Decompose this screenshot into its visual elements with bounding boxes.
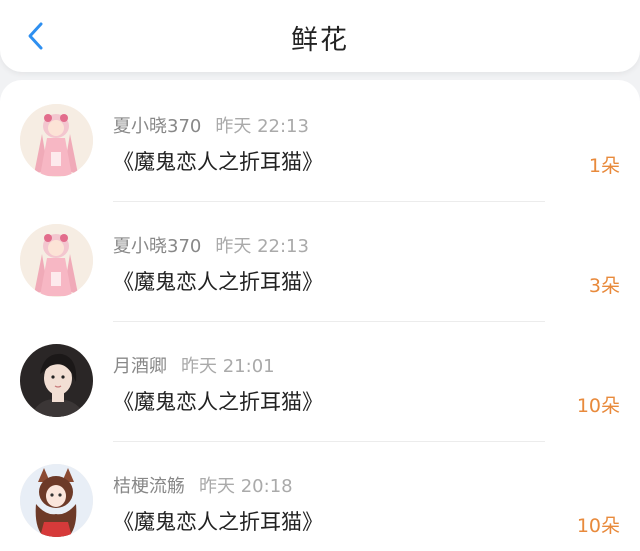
record-meta: 桔梗流觞 昨天 20:18 [113, 472, 293, 498]
avatar[interactable] [20, 344, 93, 417]
flower-count: 3朵 [588, 275, 620, 297]
book-title[interactable]: 《魔鬼恋人之折耳猫》 [113, 146, 323, 176]
timestamp: 昨天 22:13 [215, 236, 309, 257]
book-title[interactable]: 《魔鬼恋人之折耳猫》 [113, 266, 323, 296]
timestamp: 昨天 20:18 [199, 476, 293, 497]
user-name[interactable]: 夏小晓370 [113, 236, 201, 257]
avatar[interactable] [20, 224, 93, 297]
flower-record-list: 夏小晓370 昨天 22:13 《魔鬼恋人之折耳猫》 1朵 夏小晓370 昨天 22… [0, 80, 640, 551]
divider [113, 201, 545, 202]
timestamp: 昨天 21:01 [181, 356, 275, 377]
flower-count: 10朵 [576, 515, 620, 537]
photo-woman-avatar-image [20, 344, 93, 417]
divider [113, 441, 545, 442]
user-name[interactable]: 月酒卿 [113, 356, 167, 377]
user-name[interactable]: 夏小晓370 [113, 116, 201, 137]
anime-girl-avatar-image [20, 224, 93, 297]
divider [113, 321, 545, 322]
record-meta: 夏小晓370 昨天 22:13 [113, 112, 309, 138]
record-meta: 夏小晓370 昨天 22:13 [113, 232, 309, 258]
timestamp: 昨天 22:13 [215, 116, 309, 137]
list-item[interactable]: 月酒卿 昨天 21:01 《魔鬼恋人之折耳猫》 10朵 [0, 332, 640, 452]
anime-girl-avatar-image [20, 104, 93, 177]
top-bar: 鲜花 [0, 0, 640, 72]
user-name[interactable]: 桔梗流觞 [113, 476, 185, 497]
list-item[interactable]: 夏小晓370 昨天 22:13 《魔鬼恋人之折耳猫》 3朵 [0, 212, 640, 332]
avatar[interactable] [20, 464, 93, 537]
list-item[interactable]: 桔梗流觞 昨天 20:18 《魔鬼恋人之折耳猫》 10朵 [0, 452, 640, 551]
fox-ear-girl-avatar-image [20, 464, 93, 537]
flower-count: 1朵 [588, 155, 620, 177]
avatar[interactable] [20, 104, 93, 177]
flower-count: 10朵 [576, 395, 620, 417]
book-title[interactable]: 《魔鬼恋人之折耳猫》 [113, 506, 323, 536]
record-meta: 月酒卿 昨天 21:01 [113, 352, 275, 378]
page-title: 鲜花 [291, 25, 349, 56]
list-item[interactable]: 夏小晓370 昨天 22:13 《魔鬼恋人之折耳猫》 1朵 [0, 92, 640, 212]
book-title[interactable]: 《魔鬼恋人之折耳猫》 [113, 386, 323, 416]
